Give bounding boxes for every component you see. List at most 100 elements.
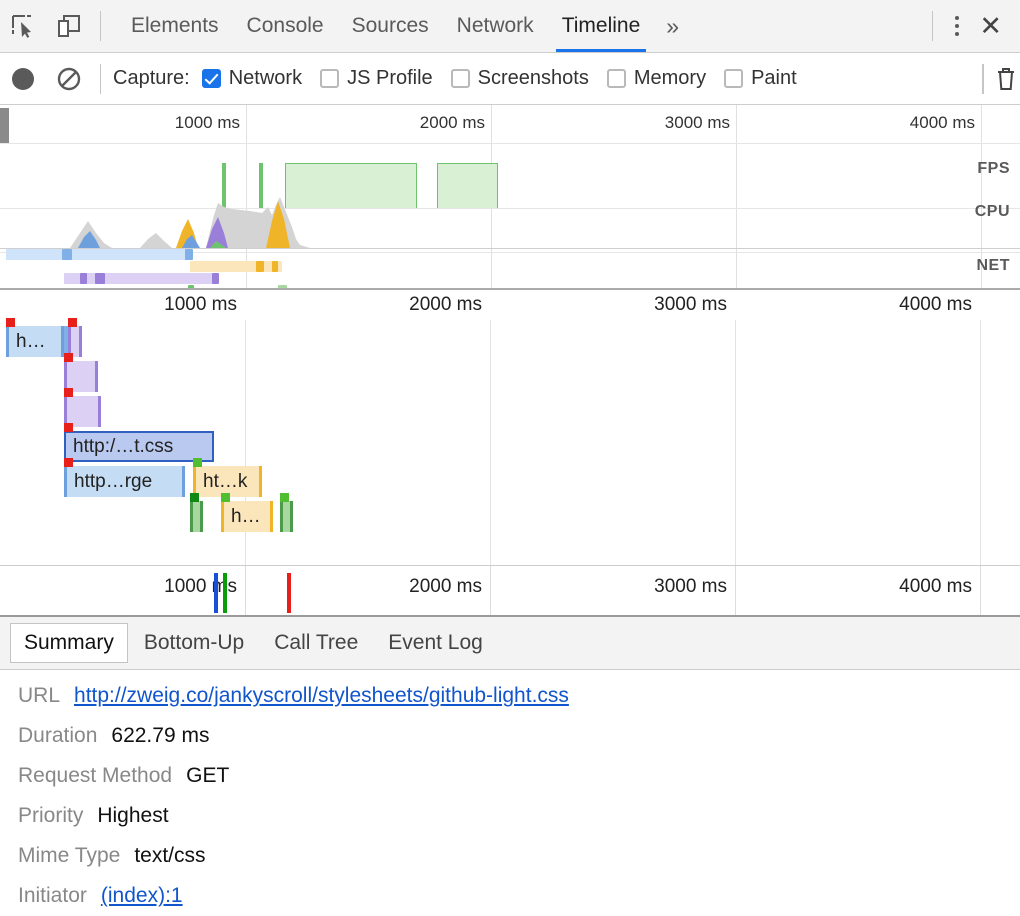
bottom-ruler-tick-label: 1000 ms [164,576,245,598]
capture-label: Capture: [113,67,190,90]
summary-row-key: Priority [18,804,83,828]
capture-option-memory[interactable]: Memory [607,67,706,90]
timeline-event-marker [223,573,227,613]
tab-call-tree[interactable]: Call Tree [260,623,372,663]
summary-row-key: Request Method [18,764,172,788]
tab-summary[interactable]: Summary [10,623,128,663]
bottom-ruler-tick-label: 3000 ms [654,576,735,598]
flamechart-gridline [735,320,736,565]
flamechart-pane[interactable]: 1000 ms2000 ms3000 ms4000 ms h…http:/…t.… [0,290,1020,565]
tab-timeline[interactable]: Timeline [548,0,655,52]
tab-bottom-up[interactable]: Bottom-Up [130,623,258,663]
timeline-event-marker [287,573,291,613]
flamechart-event-marker [64,423,73,432]
summary-row: Request Method GET [18,764,1020,804]
kebab-menu-icon[interactable] [941,16,973,36]
clear-icon[interactable] [46,53,92,105]
tab-elements[interactable]: Elements [117,0,233,52]
overview-ruler: 1000 ms2000 ms3000 ms4000 ms [0,105,1020,143]
summary-row: Priority Highest [18,804,1020,844]
flamechart-event-marker [280,493,289,502]
flamechart-event-marker [64,388,73,397]
summary-row: Duration622.79 ms [18,724,1020,764]
device-toolbar-icon[interactable] [46,0,92,52]
bottom-ruler-gridline [490,566,491,616]
summary-row: Mime Typetext/css [18,844,1020,884]
flamechart-event[interactable] [190,501,203,532]
timeline-event-marker [214,573,218,613]
flamechart-event-marker [6,318,15,327]
devtools-tabbar: Elements Console Sources Network Timelin… [0,0,1020,53]
summary-row-value[interactable]: http://zweig.co/jankyscroll/stylesheets/… [74,684,569,708]
flamechart-event-marker [64,458,73,467]
flamechart-event[interactable]: h… [221,501,273,532]
flamechart-event-marker [193,458,202,467]
flamechart-tick-label: 1000 ms [164,294,245,316]
capture-option-screenshots[interactable]: Screenshots [451,67,589,90]
flamechart-event[interactable]: http…rge [64,466,185,497]
summary-tabs: Summary Bottom-Up Call Tree Event Log [0,617,1020,670]
flamechart-event-label: http…rge [74,471,152,493]
summary-row: URL http://zweig.co/jankyscroll/styleshee… [18,684,1020,724]
overview-net-bar [62,249,72,260]
checkbox-screenshots[interactable] [451,69,470,88]
overview-tick-label: 2000 ms [420,113,491,133]
bottom-ruler-gridline [245,566,246,616]
flamechart-event-marker [68,318,77,327]
overview-net-chart [0,249,1020,290]
flamechart-event-label: ht…k [203,471,247,493]
timeline-overview[interactable]: 1000 ms2000 ms3000 ms4000 ms FPS CPU NET [0,105,1020,290]
tab-console[interactable]: Console [233,0,338,52]
trash-icon[interactable] [992,53,1020,105]
tab-sources[interactable]: Sources [338,0,443,52]
summary-row-value: GET [186,764,229,788]
flamechart-event[interactable]: h… [6,326,64,357]
flamechart-event[interactable] [280,501,293,532]
capture-option-js-profile[interactable]: JS Profile [320,67,433,90]
overview-cpu-chart [0,193,1020,253]
checkbox-memory[interactable] [607,69,626,88]
summary-rows: URL http://zweig.co/jankyscroll/styleshee… [0,670,1020,916]
overview-net-bar [95,273,105,284]
overview-tick-label: 4000 ms [910,113,981,133]
more-tabs-icon[interactable]: » [654,13,691,40]
capture-option-network-label: Network [229,67,302,90]
tab-event-log[interactable]: Event Log [374,623,497,663]
flamechart-event-label: h… [231,506,261,528]
capture-option-network[interactable]: Network [202,67,302,90]
flamechart-tick-label: 4000 ms [899,294,980,316]
panel-tabs: Elements Console Sources Network Timelin… [117,0,691,52]
capture-option-memory-label: Memory [634,67,706,90]
checkbox-paint[interactable] [724,69,743,88]
tab-network[interactable]: Network [443,0,548,52]
checkbox-js-profile[interactable] [320,69,339,88]
summary-row-key: Mime Type [18,844,120,868]
devtools-window: Elements Console Sources Network Timelin… [0,0,1020,916]
capture-option-paint[interactable]: Paint [724,67,797,90]
overview-net-bar [6,249,189,260]
overview-tick-label: 1000 ms [175,113,246,133]
summary-panel: Summary Bottom-Up Call Tree Event Log UR… [0,617,1020,916]
bottom-ruler-gridline [980,566,981,616]
record-icon[interactable] [0,53,46,105]
bottom-ruler-tick-label: 2000 ms [409,576,490,598]
flamechart-ruler: 1000 ms2000 ms3000 ms4000 ms [0,290,1020,322]
overview-net-bar [80,273,87,284]
summary-row-value: Highest [97,804,168,828]
flamechart-event[interactable]: http:/…t.css [64,431,214,462]
summary-row: Initiator(index):1 [18,884,1020,916]
capture-toolbar: Capture: Network JS Profile Screenshots … [0,53,1020,105]
overview-lane-fps: FPS [977,160,1010,178]
bottom-ruler: 1000 ms2000 ms3000 ms4000 ms [0,565,1020,617]
overview-net-bar [185,249,193,260]
flamechart-tick-label: 2000 ms [409,294,490,316]
overview-lane-divider [0,143,1020,144]
close-icon[interactable]: ✕ [973,13,1020,40]
overview-net-bar [256,261,264,272]
summary-row-value[interactable]: (index):1 [101,884,183,908]
overview-net-bar [190,261,282,272]
checkbox-network[interactable] [202,69,221,88]
inspect-element-icon[interactable] [0,0,46,52]
summary-row-key: Duration [18,724,97,748]
summary-row-key: URL [18,684,60,708]
